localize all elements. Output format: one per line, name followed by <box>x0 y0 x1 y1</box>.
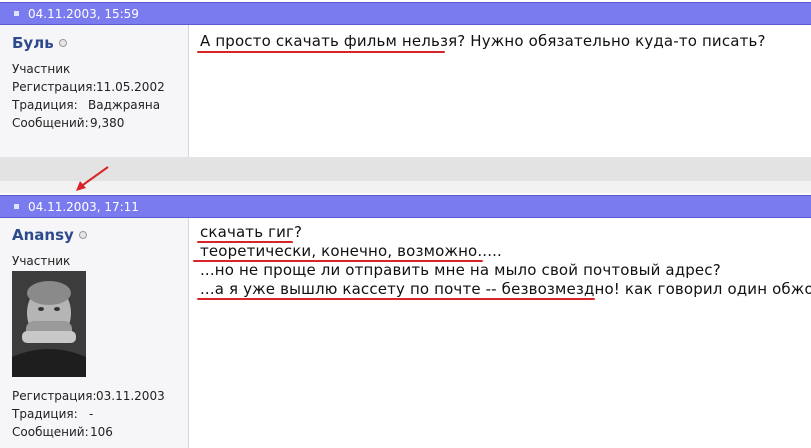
username[interactable]: Буль <box>12 34 54 52</box>
annotation-underline <box>197 298 595 300</box>
info-registration: Регистрация: 03.11.2003 <box>12 389 165 403</box>
offline-status-icon <box>78 231 87 239</box>
annotation-underline <box>197 51 445 53</box>
info-tradition: Традиция: - <box>12 407 94 421</box>
user-sidebar: Буль Участник Регистрация: 11.05.2002 Тр… <box>0 25 189 157</box>
post-body: Буль Участник Регистрация: 11.05.2002 Тр… <box>0 25 811 157</box>
post-date: 04.11.2003, 15:59 <box>28 6 139 21</box>
post-separator-light <box>0 181 811 193</box>
info-posts-count: Сообщений: 106 <box>12 425 113 439</box>
post-message: А просто скачать фильм нельзя? Нужно обя… <box>189 25 811 157</box>
username-link[interactable]: Буль <box>12 34 67 52</box>
username-link[interactable]: Anansy <box>12 226 87 244</box>
info-posts-count: Сообщений: 9,380 <box>12 116 125 130</box>
post-message: скачать гиг? теоретически, конечно, возм… <box>189 218 811 448</box>
message-line: ...но не проще ли отправить мне на мыло … <box>200 261 721 279</box>
post-date: 04.11.2003, 17:11 <box>28 199 139 214</box>
user-rank: Участник <box>12 254 71 268</box>
bullet-icon <box>14 204 19 209</box>
user-sidebar: Anansy Участник Регистрация: 03.11.2003 … <box>0 218 189 448</box>
message-line: теоретически, конечно, возможно..... <box>200 242 502 260</box>
username[interactable]: Anansy <box>12 226 74 244</box>
post-separator <box>0 157 811 181</box>
avatar-photo-icon <box>12 271 86 377</box>
annotation-arrow-icon <box>76 166 109 191</box>
post-header: 04.11.2003, 15:59 <box>0 2 811 25</box>
post-header: 04.11.2003, 17:11 <box>0 195 811 218</box>
post-body: Anansy Участник Регистрация: 03.11.2003 … <box>0 218 811 448</box>
message-line: ...а я уже вышлю кассету по почте -- без… <box>200 280 811 298</box>
bullet-icon <box>14 11 19 16</box>
avatar <box>12 271 86 377</box>
offline-status-icon <box>58 39 67 47</box>
info-registration: Регистрация: 11.05.2002 <box>12 80 165 94</box>
user-rank: Участник <box>12 62 71 76</box>
info-tradition: Традиция: Ваджраяна <box>12 98 161 112</box>
message-line: А просто скачать фильм нельзя? Нужно обя… <box>200 32 766 50</box>
message-line: скачать гиг? <box>200 223 303 241</box>
